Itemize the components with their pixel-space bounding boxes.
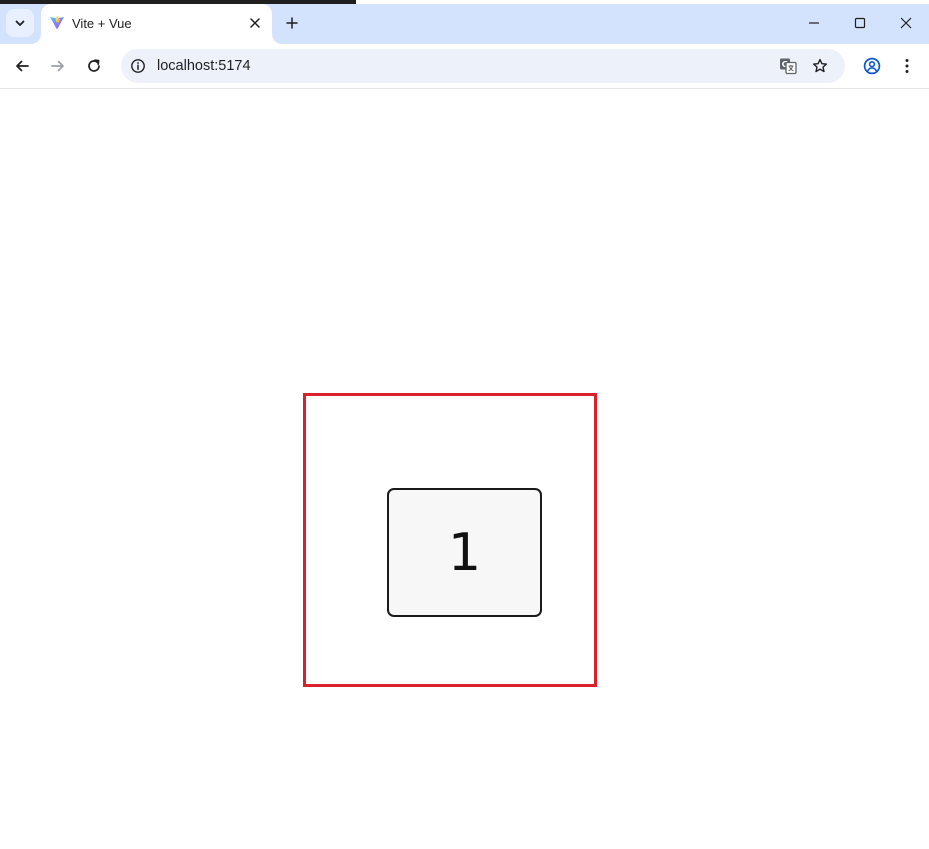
tab-strip: Vite + Vue — [0, 0, 929, 44]
forward-button[interactable] — [44, 52, 72, 80]
star-icon — [813, 58, 827, 73]
kebab-menu-icon — [905, 59, 909, 73]
maximize-button[interactable] — [845, 8, 875, 38]
address-bar[interactable]: localhost:5174 G — [121, 49, 845, 83]
back-button[interactable] — [8, 52, 36, 80]
arrow-left-icon — [16, 60, 29, 72]
browser-menu-button[interactable] — [894, 52, 920, 80]
browser-toolbar: localhost:5174 G — [0, 44, 929, 89]
tab-active[interactable]: Vite + Vue — [41, 4, 272, 44]
translate-button[interactable]: G — [778, 56, 798, 76]
site-info-button[interactable] — [129, 57, 147, 75]
reload-icon — [88, 59, 100, 72]
arrow-right-icon — [51, 60, 64, 72]
page-viewport: 1 — [0, 90, 929, 849]
card-number: 1 — [447, 522, 482, 583]
plus-icon — [286, 17, 298, 29]
tab-title: Vite + Vue — [72, 16, 132, 31]
translate-icon: G — [780, 58, 797, 75]
number-card[interactable]: 1 — [387, 488, 542, 617]
vite-logo-icon — [50, 16, 64, 30]
tab-search-button[interactable] — [6, 9, 34, 37]
profile-icon — [863, 57, 881, 75]
chevron-down-icon — [15, 20, 25, 26]
window-close-button[interactable] — [891, 8, 921, 38]
close-icon — [250, 18, 260, 28]
profile-button[interactable] — [858, 52, 886, 80]
close-icon — [900, 17, 912, 29]
minimize-icon — [809, 22, 819, 24]
taskbar-edge-light — [356, 0, 929, 4]
bookmark-button[interactable] — [810, 56, 830, 76]
url-text[interactable]: localhost:5174 — [157, 57, 251, 75]
tab-close-button[interactable] — [246, 14, 264, 32]
new-tab-button[interactable] — [280, 11, 304, 35]
info-icon — [131, 59, 145, 73]
reload-button[interactable] — [80, 52, 108, 80]
minimize-button[interactable] — [799, 8, 829, 38]
maximize-icon — [854, 17, 866, 29]
